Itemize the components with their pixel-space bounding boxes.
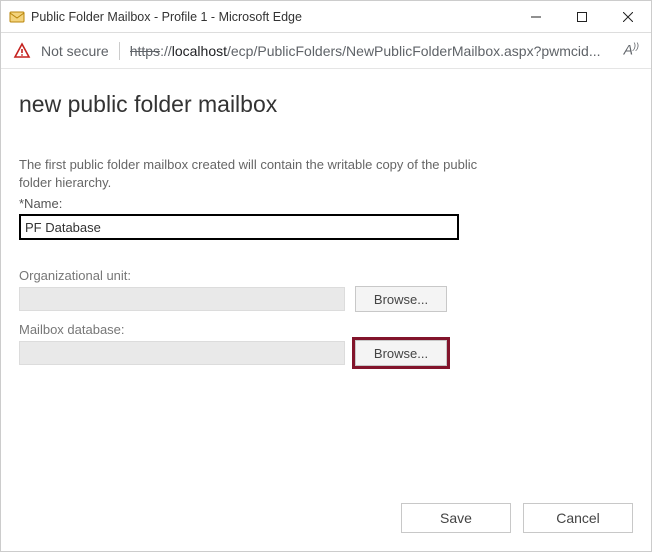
url-host: localhost <box>172 43 227 59</box>
window-titlebar: Public Folder Mailbox - Profile 1 - Micr… <box>1 1 651 33</box>
maximize-button[interactable] <box>559 1 605 33</box>
mailbox-db-label: Mailbox database: <box>19 322 633 337</box>
window-controls <box>513 1 651 33</box>
db-browse-button[interactable]: Browse... <box>355 340 447 366</box>
url-protocol: https <box>130 43 160 59</box>
close-button[interactable] <box>605 1 651 33</box>
window-title: Public Folder Mailbox - Profile 1 - Micr… <box>31 10 513 24</box>
dialog-footer: Save Cancel <box>1 503 651 551</box>
form-description: The first public folder mailbox created … <box>19 156 479 192</box>
org-unit-row: Browse... <box>19 286 633 312</box>
url-path: /ecp/PublicFolders/NewPublicFolderMailbo… <box>227 43 601 59</box>
url-display[interactable]: https://localhost/ecp/PublicFolders/NewP… <box>130 43 614 59</box>
warning-icon <box>13 42 31 60</box>
mailbox-db-field <box>19 341 345 365</box>
name-input[interactable] <box>19 214 459 240</box>
addrbar-divider <box>119 42 120 60</box>
save-button[interactable]: Save <box>401 503 511 533</box>
cancel-button[interactable]: Cancel <box>523 503 633 533</box>
page-title: new public folder mailbox <box>19 91 633 118</box>
reader-view-icon[interactable]: A)) <box>624 41 639 60</box>
mailbox-db-row: Browse... <box>19 340 633 366</box>
org-unit-field <box>19 287 345 311</box>
name-label: *Name: <box>19 196 633 211</box>
spacer <box>19 366 633 503</box>
address-bar: Not secure https://localhost/ecp/PublicF… <box>1 33 651 69</box>
not-secure-label[interactable]: Not secure <box>41 43 109 59</box>
minimize-button[interactable] <box>513 1 559 33</box>
org-browse-button[interactable]: Browse... <box>355 286 447 312</box>
org-unit-label: Organizational unit: <box>19 268 633 283</box>
mail-icon <box>9 9 25 25</box>
form-content: new public folder mailbox The first publ… <box>1 69 651 503</box>
